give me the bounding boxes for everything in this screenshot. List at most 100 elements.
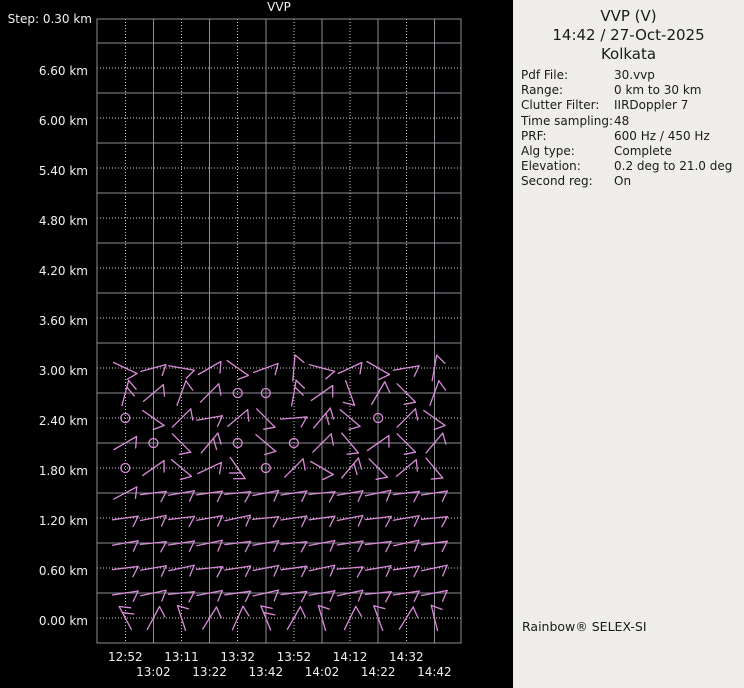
x-axis-label: 14:32	[389, 650, 424, 664]
wind-barb	[284, 458, 306, 478]
parameter-label: Elevation:	[521, 159, 581, 174]
parameter-label: Pdf File:	[521, 68, 569, 82]
wind-barb	[286, 606, 307, 630]
parameter-label: Time sampling:	[521, 113, 614, 128]
x-axis-label: 14:12	[332, 650, 368, 664]
wind-barb	[196, 415, 224, 427]
wind-barb	[339, 408, 361, 431]
parameter-value: IIRDoppler 7	[614, 98, 689, 113]
wind-barb	[421, 564, 448, 577]
wind-barb	[310, 384, 334, 402]
y-axis-label: 2.40 km	[38, 414, 88, 428]
info-panel: VVP (V) 14:42 / 27-Oct-2025 Kolkata Pdf …	[513, 0, 744, 688]
brand-label: Rainbow® SELEX-SI	[522, 619, 647, 634]
wind-barb	[337, 361, 363, 375]
wind-barb	[312, 433, 334, 453]
wind-barb	[199, 383, 222, 403]
parameter-value: 48	[614, 113, 630, 128]
parameter-label: Clutter Filter:	[521, 98, 600, 113]
x-axis-label: 13:52	[276, 650, 312, 664]
wind-barb	[398, 606, 419, 630]
wind-barb	[336, 514, 364, 527]
panel-site: Kolkata	[600, 45, 657, 63]
wind-barb	[252, 564, 280, 577]
x-axis-label: 13:11	[164, 650, 199, 664]
wind-barb	[312, 407, 335, 429]
grid-layer	[96, 18, 462, 644]
wind-barb	[142, 459, 165, 477]
x-axis-label: 13:42	[248, 665, 284, 679]
wind-barb	[430, 604, 443, 632]
wind-barb	[317, 604, 330, 632]
wind-barb	[111, 515, 139, 528]
wind-profile-plot: Step: 0.30 km VVP 6.60 km 6.00 km 5.40 km 4…	[0, 0, 513, 688]
parameter-label: Second reg:	[521, 174, 593, 189]
wind-barb	[200, 432, 222, 454]
wind-barb	[121, 379, 137, 407]
wind-barb	[113, 486, 138, 500]
wind-barb	[112, 361, 138, 381]
wind-barb	[395, 458, 419, 478]
wind-barb	[341, 432, 360, 455]
wind-barb	[429, 380, 447, 406]
wind-barb	[396, 433, 417, 455]
wind-barb	[227, 408, 250, 428]
wind-barb	[342, 380, 356, 406]
wind-barb	[373, 605, 386, 631]
y-axis-label: 0.60 km	[38, 564, 88, 578]
wind-barb	[231, 605, 250, 631]
wind-barb	[202, 606, 222, 630]
wind-barb	[170, 458, 193, 481]
parameter-row: Alg type: Complete	[513, 144, 744, 159]
y-axis-label: 3.00 km	[38, 364, 88, 378]
app-window: Step: 0.30 km VVP 6.60 km 6.00 km 5.40 km 4…	[0, 0, 744, 688]
wind-barb	[343, 605, 363, 631]
parameter-row: Range: 0 km to 30 km	[513, 83, 744, 98]
wind-barb	[140, 363, 167, 377]
y-axis-label: 4.80 km	[38, 214, 88, 228]
wind-barb	[368, 458, 389, 480]
wind-barb	[196, 515, 224, 527]
wind-barb	[226, 359, 249, 381]
wind-barb	[113, 435, 138, 451]
parameter-row: PRF: 600 Hz / 450 Hz	[513, 129, 744, 144]
wind-barb	[423, 409, 446, 431]
wind-barb	[366, 434, 390, 452]
wind-barb	[255, 408, 276, 430]
x-axis-label: 12:52	[108, 650, 143, 664]
wind-barb	[197, 461, 223, 475]
wind-barb	[252, 362, 279, 376]
calm-wind-symbol	[120, 462, 131, 474]
wind-barb	[341, 457, 363, 479]
wind-barb	[366, 360, 391, 381]
wind-barb	[171, 408, 194, 428]
step-label: Step: 0.30 km	[7, 12, 92, 26]
wind-barb	[308, 363, 336, 380]
wind-barb	[310, 460, 334, 481]
parameter-label: Range:	[521, 83, 564, 98]
y-axis-label: 6.60 km	[38, 64, 88, 78]
wind-barb	[111, 565, 139, 578]
wind-barb	[118, 605, 135, 631]
wind-barb	[260, 605, 276, 631]
x-axis-label: 14:22	[360, 665, 396, 679]
wind-barb	[396, 383, 417, 405]
x-axis-label: 13:02	[136, 665, 171, 679]
parameter-value: Complete	[614, 144, 672, 158]
y-axis-label: 1.20 km	[38, 514, 88, 528]
wind-barb	[255, 433, 277, 456]
parameter-value: 0 km to 30 km	[614, 83, 702, 98]
wind-barb	[252, 589, 280, 602]
parameter-label: PRF:	[521, 128, 547, 143]
x-axis-label: 13:22	[192, 665, 227, 679]
y-axis-label: 5.40 km	[38, 164, 88, 178]
parameter-label: Alg type:	[521, 144, 575, 158]
parameter-row: Pdf File: 30.vvp	[513, 68, 744, 83]
parameter-value: 0.2 deg to 21.0 deg	[614, 159, 733, 174]
parameter-row: Clutter Filter: IIRDoppler 7	[513, 98, 744, 113]
wind-barb	[228, 456, 246, 480]
wind-barb	[371, 381, 391, 405]
y-axis-label: 0.00 km	[38, 614, 88, 628]
plot-title: VVP	[267, 0, 291, 14]
wind-barb	[425, 457, 444, 480]
